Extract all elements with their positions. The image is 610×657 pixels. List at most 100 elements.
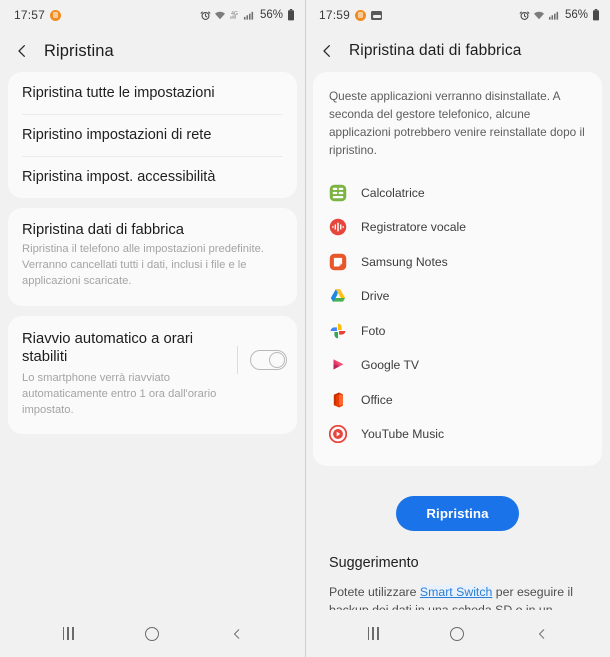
battery-percent-label: 56%: [259, 9, 283, 21]
app-name: Samsung Notes: [361, 254, 448, 269]
primary-action-area: Ripristina: [313, 476, 602, 549]
vertical-divider: [237, 345, 238, 374]
google-drive-icon: [330, 289, 346, 303]
app-name: Calcolatrice: [361, 185, 425, 200]
list-item: Calcolatrice: [313, 176, 602, 211]
menu-item-auto-restart[interactable]: Riavvio automatico a orari stabiliti Lo …: [8, 315, 297, 435]
notification-dot-icon: [355, 9, 367, 21]
list-item: YouTube Music: [313, 417, 602, 452]
network-4g-icon: 4G: [230, 11, 238, 19]
screenshot-icon: [371, 10, 383, 20]
menu-item-label: Ripristino impostazioni di rete: [22, 127, 212, 143]
right-scroll-area[interactable]: Queste applicazioni verranno disinstalla…: [305, 72, 610, 610]
app-list: Calcolatrice Registratore vocale Samsung…: [313, 170, 602, 466]
status-right-group: 4G 56%: [200, 9, 295, 21]
auto-restart-toggle[interactable]: [250, 349, 287, 370]
status-left-group: 17:57: [14, 8, 62, 22]
menu-item-label: Ripristina tutte le impostazioni: [22, 85, 215, 101]
right-status-bar: 17:59 56%: [305, 0, 610, 30]
tip-text-before: Potete utilizzare: [329, 584, 420, 599]
info-block: Queste applicazioni verranno disinstalla…: [313, 72, 602, 170]
wifi-icon: [533, 11, 544, 19]
toggle-knob: [269, 351, 285, 368]
app-name: Drive: [361, 289, 390, 304]
alarm-icon: [200, 11, 211, 20]
page-title: Ripristina dati di fabbrica: [349, 42, 522, 59]
list-item: Drive: [313, 279, 602, 314]
home-icon: [450, 626, 465, 641]
back-button[interactable]: [215, 619, 259, 649]
factory-reset-description: Ripristina il telefono alle impostazioni…: [22, 243, 264, 287]
home-button[interactable]: [435, 619, 479, 649]
left-phone-screen: 17:57 4G 56% Ripristina Ripristina tutte…: [0, 0, 305, 657]
right-navigation-bar: [305, 610, 610, 657]
recents-button[interactable]: [46, 619, 90, 649]
list-item: Google TV: [313, 348, 602, 383]
battery-icon: [288, 9, 294, 21]
recents-icon: [367, 627, 379, 640]
app-name: YouTube Music: [361, 427, 445, 442]
back-icon: [233, 628, 240, 639]
google-photos-icon: [330, 323, 346, 339]
alarm-icon: [519, 11, 530, 20]
auto-restart-control-group: [237, 330, 287, 374]
uninstall-apps-card: Queste applicazioni verranno disinstalla…: [313, 72, 602, 466]
notification-dot-icon: [50, 9, 62, 21]
calculator-icon: [329, 184, 347, 202]
auto-restart-title: Riavvio automatico a orari stabiliti: [22, 330, 194, 366]
app-name: Office: [361, 392, 393, 407]
youtube-music-icon: [329, 425, 347, 444]
auto-restart-description: Lo smartphone verrà riavviato automatica…: [22, 371, 217, 416]
tip-heading: Suggerimento: [329, 554, 419, 571]
menu-item-factory-data-reset[interactable]: Ripristina dati di fabbrica Ripristina i…: [8, 208, 297, 306]
battery-percent-label: 56%: [564, 9, 588, 21]
microsoft-office-icon: [333, 392, 343, 408]
recents-icon: [62, 627, 74, 640]
app-name: Google TV: [361, 358, 420, 373]
left-scroll-area[interactable]: Ripristina tutte le impostazioni Riprist…: [0, 72, 305, 610]
tip-section: Suggerimento Potete utilizzare Smart Swi…: [313, 549, 602, 610]
signal-bars-icon: [548, 11, 559, 20]
menu-item-reset-all-settings[interactable]: Ripristina tutte le impostazioni: [8, 72, 297, 114]
list-item: Samsung Notes: [313, 245, 602, 280]
factory-reset-title: Ripristina dati di fabbrica: [22, 222, 185, 238]
menu-item-label: Ripristina impost. accessibilità: [22, 169, 216, 185]
status-left-group: 17:59: [319, 8, 383, 22]
menu-item-reset-network-settings[interactable]: Ripristino impostazioni di rete: [8, 114, 297, 156]
smart-switch-link[interactable]: Smart Switch: [419, 584, 493, 599]
dual-screenshot-stage: 17:57 4G 56% Ripristina Ripristina tutte…: [0, 0, 610, 657]
left-title-bar: Ripristina: [0, 30, 305, 72]
signal-bars-icon: [243, 11, 254, 20]
back-button[interactable]: [520, 619, 564, 649]
left-navigation-bar: [0, 610, 305, 657]
right-phone-screen: 17:59 56% Ripristina dati di fabbrica Qu…: [305, 0, 610, 657]
status-clock: 17:57: [14, 8, 46, 22]
battery-icon: [593, 9, 599, 21]
left-status-bar: 17:57 4G 56%: [0, 0, 305, 30]
home-button[interactable]: [130, 619, 174, 649]
status-right-group: 56%: [519, 9, 600, 21]
back-arrow-icon[interactable]: [319, 43, 335, 59]
app-name: Foto: [361, 323, 386, 338]
tip-body: Potete utilizzare Smart Switch per esegu…: [329, 583, 586, 610]
recents-button[interactable]: [351, 619, 395, 649]
wifi-icon: [214, 11, 225, 19]
page-title: Ripristina: [44, 41, 114, 60]
menu-item-reset-accessibility-settings[interactable]: Ripristina impost. accessibilità: [8, 156, 297, 198]
samsung-notes-icon: [329, 253, 347, 271]
voice-recorder-icon: [329, 219, 347, 236]
list-item: Registratore vocale: [313, 210, 602, 245]
list-item: Office: [313, 383, 602, 418]
list-item: Foto: [313, 314, 602, 349]
factory-reset-confirm-button[interactable]: Ripristina: [396, 495, 519, 531]
status-clock: 17:59: [319, 8, 351, 22]
uninstall-info-text: Queste applicazioni verranno disinstalla…: [329, 89, 585, 157]
back-icon: [538, 628, 545, 639]
auto-restart-text-group: Riavvio automatico a orari stabiliti Lo …: [22, 330, 237, 419]
google-tv-icon: [333, 359, 344, 370]
back-arrow-icon[interactable]: [14, 43, 30, 59]
reset-options-card: Ripristina tutte le impostazioni Riprist…: [8, 72, 297, 198]
right-title-bar: Ripristina dati di fabbrica: [305, 30, 610, 72]
app-name: Registratore vocale: [361, 220, 466, 235]
home-icon: [145, 626, 160, 641]
